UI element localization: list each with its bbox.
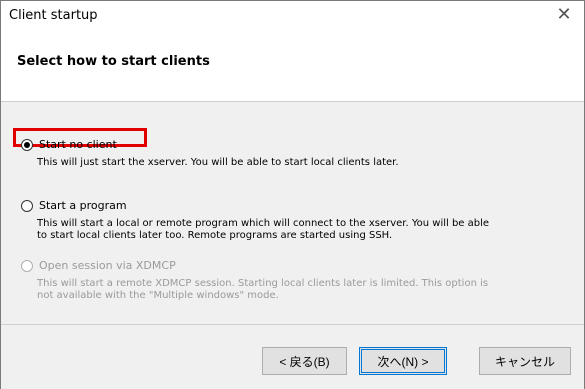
back-button[interactable]: < 戻る(B) <box>262 347 347 375</box>
description-line: This will just start the xserver. You wi… <box>37 157 399 168</box>
options-panel: Start no client This will just start the… <box>1 102 584 324</box>
option-description-start-a-program: This will start a local or remote progra… <box>37 218 489 242</box>
radio-open-session-xdmcp <box>21 260 33 272</box>
button-bar: < 戻る(B) 次へ(N) > キャンセル <box>1 324 584 389</box>
close-icon[interactable]: ✕ <box>554 4 574 26</box>
next-button[interactable]: 次へ(N) > <box>359 347 447 375</box>
title-bar: Client startup ✕ <box>1 1 584 32</box>
wizard-header: Select how to start clients <box>1 32 584 102</box>
option-label-start-a-program[interactable]: Start a program <box>39 199 127 212</box>
radio-start-a-program[interactable] <box>21 200 33 212</box>
option-description-open-session-xdmcp: This will start a remote XDMCP session. … <box>37 278 488 302</box>
radio-start-no-client[interactable] <box>21 139 33 151</box>
option-label-open-session-xdmcp: Open session via XDMCP <box>39 259 176 272</box>
client-startup-dialog: Client startup ✕ Select how to start cli… <box>0 0 585 389</box>
page-heading: Select how to start clients <box>17 54 210 69</box>
description-line: to start local clients later too. Remote… <box>37 230 393 241</box>
option-label-start-no-client[interactable]: Start no client <box>39 138 117 151</box>
option-description-start-no-client: This will just start the xserver. You wi… <box>37 157 399 169</box>
cancel-button[interactable]: キャンセル <box>479 347 571 375</box>
window-title: Client startup <box>9 8 98 23</box>
description-line: not available with the "Multiple windows… <box>37 290 279 301</box>
description-line: This will start a local or remote progra… <box>37 218 490 229</box>
description-line: This will start a remote XDMCP session. … <box>37 278 489 289</box>
